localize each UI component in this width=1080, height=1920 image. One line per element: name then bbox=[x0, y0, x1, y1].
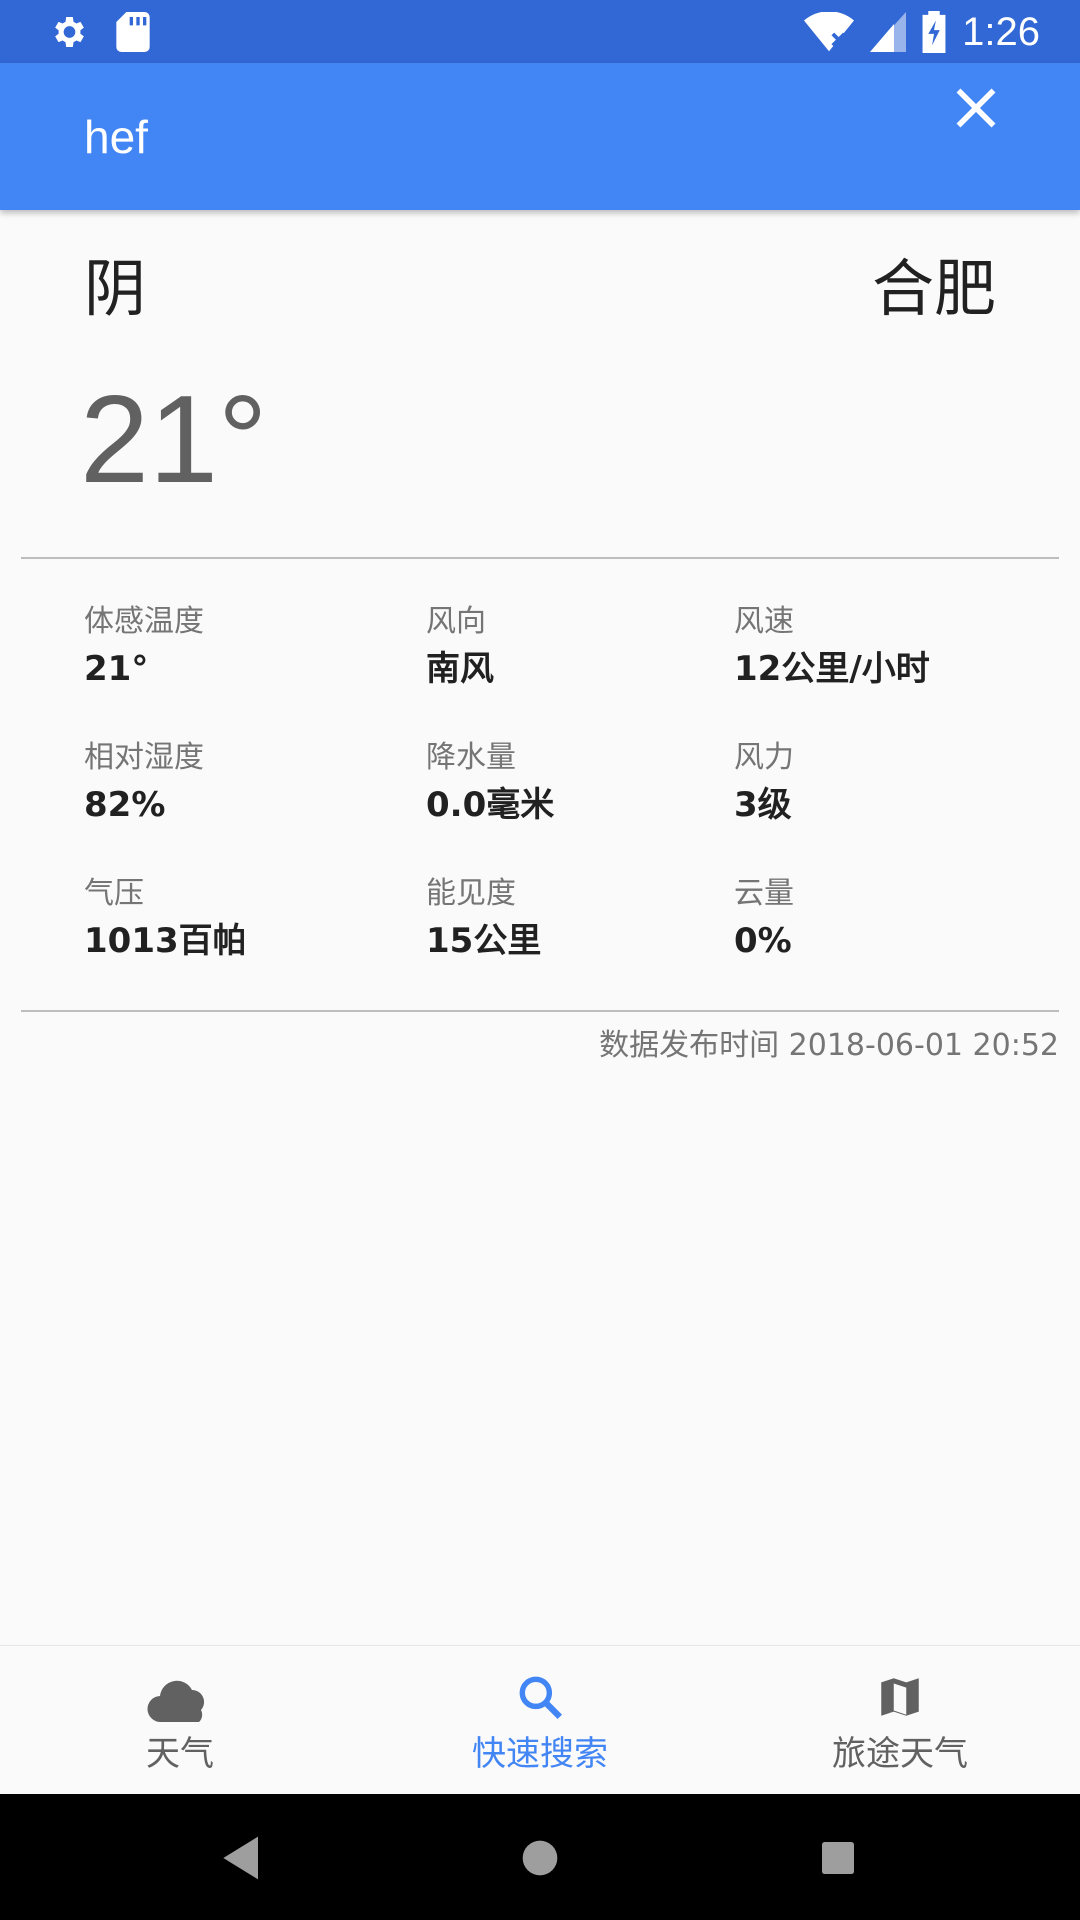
sd-card-icon bbox=[116, 12, 150, 52]
detail-visibility: 能见度 15公里 bbox=[426, 874, 541, 964]
detail-pressure: 气压 1013百帕 bbox=[84, 874, 247, 964]
nav-item-quick-search[interactable]: 快速搜索 bbox=[410, 1646, 670, 1795]
home-button[interactable] bbox=[508, 1826, 572, 1890]
detail-cloud-cover: 云量 0% bbox=[734, 874, 794, 964]
detail-wind-force: 风力 3级 bbox=[734, 738, 794, 828]
detail-value: 0.0毫米 bbox=[426, 785, 555, 825]
publish-time: 数据发布时间 2018-06-01 20:52 bbox=[599, 1028, 1059, 1063]
status-bar: 1:26 bbox=[0, 0, 1080, 63]
recents-button[interactable] bbox=[806, 1826, 870, 1890]
detail-humidity: 相对湿度 82% bbox=[84, 738, 204, 828]
nav-item-travel-weather[interactable]: 旅途天气 bbox=[770, 1646, 1030, 1795]
detail-value: 82% bbox=[84, 785, 166, 825]
status-time: 1:26 bbox=[962, 10, 1040, 54]
detail-precipitation: 降水量 0.0毫米 bbox=[426, 738, 554, 828]
map-icon bbox=[875, 1672, 925, 1726]
nav-label: 快速搜索 bbox=[472, 1734, 608, 1774]
wifi-icon bbox=[804, 12, 855, 52]
detail-value: 1013百帕 bbox=[84, 921, 247, 961]
detail-feels-like: 体感温度 21° bbox=[84, 602, 204, 692]
back-icon bbox=[210, 1836, 274, 1894]
weather-condition: 阴 bbox=[84, 252, 147, 325]
clear-search-button[interactable] bbox=[946, 78, 1006, 138]
system-navigation-bar bbox=[0, 1794, 1080, 1920]
search-app-bar bbox=[0, 63, 1080, 210]
recents-icon bbox=[806, 1842, 870, 1894]
nav-item-weather[interactable]: 天气 bbox=[50, 1646, 310, 1795]
nav-label: 旅途天气 bbox=[832, 1734, 968, 1774]
detail-label: 风速 bbox=[734, 604, 794, 639]
detail-label: 云量 bbox=[734, 876, 794, 911]
detail-value: 12公里/小时 bbox=[734, 649, 930, 689]
detail-wind-speed: 风速 12公里/小时 bbox=[734, 602, 930, 692]
divider bbox=[21, 557, 1059, 559]
signal-icon bbox=[870, 12, 907, 52]
detail-label: 风向 bbox=[426, 604, 486, 639]
detail-label: 体感温度 bbox=[84, 604, 204, 639]
detail-label: 相对湿度 bbox=[84, 740, 204, 775]
detail-value: 3级 bbox=[734, 785, 792, 825]
city-name: 合肥 bbox=[871, 252, 996, 325]
current-temperature: 21° bbox=[80, 371, 268, 509]
search-input[interactable] bbox=[84, 107, 884, 167]
battery-charging-icon bbox=[922, 11, 946, 53]
divider bbox=[21, 1010, 1059, 1012]
nav-label: 天气 bbox=[146, 1734, 214, 1774]
gear-icon bbox=[48, 12, 88, 52]
detail-value: 0% bbox=[734, 921, 792, 961]
detail-label: 降水量 bbox=[426, 740, 516, 775]
home-icon bbox=[508, 1840, 572, 1894]
detail-value: 南风 bbox=[426, 649, 494, 689]
close-icon bbox=[946, 78, 1006, 138]
detail-label: 风力 bbox=[734, 740, 794, 775]
detail-wind-direction: 风向 南风 bbox=[426, 602, 494, 692]
detail-label: 气压 bbox=[84, 876, 144, 911]
cloud-icon bbox=[147, 1678, 213, 1728]
back-button[interactable] bbox=[210, 1826, 274, 1890]
detail-label: 能见度 bbox=[426, 876, 516, 911]
bottom-navigation: 天气 快速搜索 旅途天气 bbox=[0, 1645, 1080, 1795]
detail-value: 21° bbox=[84, 649, 149, 689]
search-icon bbox=[515, 1672, 565, 1726]
detail-value: 15公里 bbox=[426, 921, 542, 961]
